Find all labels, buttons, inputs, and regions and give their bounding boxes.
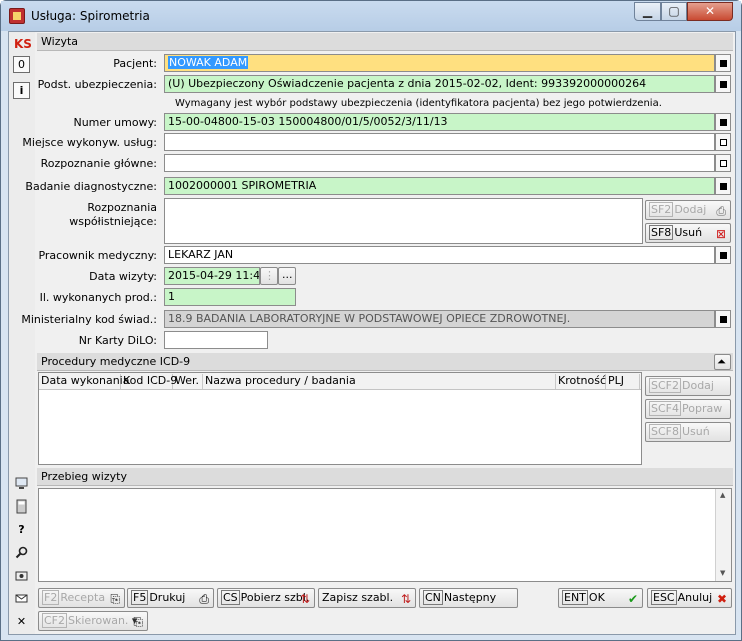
column-header[interactable]: PLJ bbox=[606, 374, 640, 389]
procedure-add-button[interactable]: SCF2 Dodaj bbox=[645, 376, 731, 396]
prescription-button[interactable]: F2 Recepta ⎘ bbox=[38, 588, 125, 608]
printer-icon: ⎙ bbox=[199, 592, 209, 606]
title-bar: Usługa: Spirometria ▁ ▢ ✕ bbox=[1, 1, 741, 31]
next-button[interactable]: CN Następny bbox=[419, 588, 518, 608]
info-icon[interactable]: i bbox=[13, 82, 30, 99]
exam-label: Badanie diagnostyczne: bbox=[25, 180, 157, 193]
scroll-up-icon[interactable]: ▲ bbox=[720, 491, 725, 499]
collapse-procedures-button[interactable]: ⏶ bbox=[714, 354, 731, 370]
patient-field[interactable]: NOWAK ADAM bbox=[164, 54, 715, 72]
dilo-label: Nr Karty DiLO: bbox=[78, 334, 157, 347]
download-icon: ⇅ bbox=[299, 592, 310, 606]
column-header[interactable]: Krotność bbox=[556, 374, 606, 389]
app-icon bbox=[9, 8, 25, 24]
add-icon: ⎙ bbox=[716, 204, 726, 218]
load-template-button[interactable]: CS Pobierz szbl. ⇅ bbox=[217, 588, 315, 608]
monitor-icon[interactable] bbox=[13, 475, 30, 492]
diagnosis-field[interactable] bbox=[164, 154, 715, 172]
procedures-table[interactable]: Data wykonania Kod ICD-9 Wer. Nazwa proc… bbox=[38, 372, 642, 465]
date-label: Data wizyty: bbox=[89, 270, 157, 283]
column-header[interactable]: Wer. bbox=[173, 374, 203, 389]
procedure-remove-button[interactable]: SCF8 Usuń bbox=[645, 422, 731, 442]
co-diagnosis-remove-button[interactable]: SF8 Usuń ⊠ bbox=[645, 223, 731, 243]
worker-field[interactable]: LEKARZ JAN bbox=[164, 246, 715, 264]
column-header[interactable]: Data wykonania bbox=[39, 374, 129, 389]
procedure-edit-button[interactable]: SCF4 Popraw bbox=[645, 399, 731, 419]
referral-icon: ⎘ bbox=[133, 615, 143, 629]
exam-picker-button[interactable] bbox=[715, 177, 731, 195]
insurance-field[interactable]: (U) Ubezpieczony Oświadczenie pacjenta z… bbox=[164, 75, 715, 93]
prescription-icon: ⎘ bbox=[110, 592, 120, 606]
left-toolbar: KS 0 i ? ✕ bbox=[9, 32, 35, 634]
app-logo-icon: KS bbox=[14, 37, 32, 51]
scroll-down-icon[interactable]: ▼ bbox=[720, 569, 725, 577]
course-textarea[interactable]: ▲ ▼ bbox=[38, 488, 732, 582]
main-content: KS 0 i ? ✕ Wizyta Pacjent: NOWAK ADAM Po… bbox=[8, 31, 736, 635]
co-diagnosis-list[interactable] bbox=[164, 198, 643, 244]
patient-label: Pacjent: bbox=[113, 57, 157, 70]
cancel-icon: ✖ bbox=[716, 592, 727, 606]
close-icon[interactable]: ✕ bbox=[13, 613, 30, 630]
worker-picker-button[interactable] bbox=[715, 246, 731, 264]
patient-value: NOWAK ADAM bbox=[168, 56, 249, 69]
co-diagnosis-add-button[interactable]: SF2 Dodaj ⎙ bbox=[645, 200, 731, 220]
co-diagnosis-label-1: Rozpoznania bbox=[87, 201, 157, 214]
course-scrollbar[interactable]: ▲ ▼ bbox=[715, 489, 731, 581]
ministry-field[interactable]: 18.9 BADANIA LABORATORYJNE W PODSTAWOWEJ… bbox=[164, 310, 715, 328]
place-field[interactable] bbox=[164, 133, 715, 151]
ministry-label: Ministerialny kod świad.: bbox=[21, 313, 157, 326]
minimize-button[interactable]: ▁ bbox=[634, 2, 661, 21]
date-more-button[interactable]: ... bbox=[278, 267, 296, 285]
diagnosis-label: Rozpoznanie główne: bbox=[40, 157, 157, 170]
worker-label: Pracownik medyczny: bbox=[38, 249, 157, 262]
referral-button[interactable]: CF2 Skierowan. ▾ ⎘ bbox=[38, 611, 148, 631]
date-calendar-button[interactable]: ⋮ bbox=[260, 267, 278, 285]
contract-field[interactable]: 15-00-04800-15-03 150004800/01/5/0052/3/… bbox=[164, 113, 715, 131]
patient-picker-button[interactable] bbox=[715, 54, 731, 72]
visit-section-header: Wizyta bbox=[37, 33, 733, 51]
mail-icon[interactable] bbox=[13, 590, 30, 607]
place-picker-button[interactable] bbox=[715, 133, 731, 151]
window-title: Usługa: Spirometria bbox=[31, 9, 150, 23]
insurance-note: Wymagany jest wybór podstawy ubezpieczen… bbox=[175, 98, 662, 109]
help-icon[interactable]: ? bbox=[13, 521, 30, 538]
cancel-button[interactable]: ESC Anuluj ✖ bbox=[647, 588, 732, 608]
print-button[interactable]: F5 Drukuj ⎙ bbox=[127, 588, 214, 608]
remove-icon: ⊠ bbox=[715, 227, 726, 241]
contract-label: Numer umowy: bbox=[73, 116, 157, 129]
ok-button[interactable]: ENT OK ✔ bbox=[558, 588, 643, 608]
column-header[interactable]: Nazwa procedury / badania bbox=[203, 374, 556, 389]
date-field[interactable]: 2015-04-29 11:40 bbox=[164, 267, 260, 285]
counter-button[interactable]: 0 bbox=[13, 56, 30, 73]
contract-picker-button[interactable] bbox=[715, 113, 731, 131]
procedures-table-header: Data wykonania Kod ICD-9 Wer. Nazwa proc… bbox=[39, 373, 641, 390]
count-field[interactable]: 1 bbox=[164, 288, 296, 306]
dilo-field[interactable] bbox=[164, 331, 268, 349]
column-header[interactable]: Kod ICD-9 bbox=[121, 374, 177, 389]
count-label: Il. wykonanych prod.: bbox=[39, 291, 157, 304]
save-template-icon: ⇅ bbox=[400, 592, 411, 606]
maximize-button[interactable]: ▢ bbox=[661, 2, 687, 21]
ministry-picker-button[interactable] bbox=[715, 310, 731, 328]
exam-field[interactable]: 1002000001 SPIROMETRIA bbox=[164, 177, 715, 195]
place-label: Miejsce wykonyw. usług: bbox=[22, 136, 157, 149]
insurance-picker-button[interactable] bbox=[715, 75, 731, 93]
procedures-section-header: Procedury medyczne ICD-9 bbox=[37, 353, 733, 371]
camera-icon[interactable] bbox=[13, 567, 30, 584]
search-icon[interactable] bbox=[13, 544, 30, 561]
close-window-button[interactable]: ✕ bbox=[687, 2, 733, 21]
course-section-header: Przebieg wizyty bbox=[37, 468, 733, 486]
app-window: Usługa: Spirometria ▁ ▢ ✕ KS 0 i ? ✕ Wiz… bbox=[0, 0, 742, 641]
co-diagnosis-label-2: współistniejące: bbox=[69, 215, 157, 228]
diagnosis-picker-button[interactable] bbox=[715, 154, 731, 172]
insurance-label: Podst. ubezpieczenia: bbox=[37, 78, 157, 91]
calculator-icon[interactable] bbox=[13, 498, 30, 515]
check-icon: ✔ bbox=[627, 592, 638, 606]
save-template-button[interactable]: Zapisz szabl. ⇅ bbox=[318, 588, 416, 608]
